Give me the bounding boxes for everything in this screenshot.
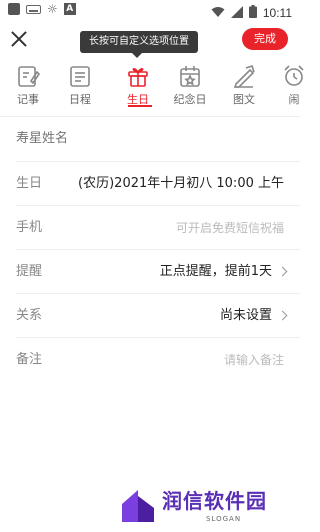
app-notification-icon [8,3,20,15]
tab-note[interactable]: 记事 [2,64,54,114]
alarm-icon [282,64,306,88]
relation-label: 关系 [16,308,43,323]
tab-image-text-label: 图文 [233,93,255,106]
phone-field[interactable]: 可开启免费短信祝福 [176,219,284,237]
active-tab-indicator [128,105,152,107]
image-text-icon [232,64,256,88]
birthday-row[interactable]: 生日 (农历)2021年十月初八 10:00 上午 [0,162,300,206]
tab-anniversary-label: 纪念日 [173,93,207,106]
anniversary-icon [178,64,202,88]
note-icon [16,64,41,88]
tab-schedule-label: 日程 [69,93,91,106]
tab-anniversary[interactable]: 纪念日 [164,64,216,114]
note-label: 备注 [16,352,43,367]
note-field[interactable]: 请输入备注 [224,351,284,369]
tab-schedule[interactable]: 日程 [54,64,106,114]
wifi-icon [211,3,225,22]
tab-note-label: 记事 [17,93,39,106]
birthday-label: 生日 [16,176,43,191]
phone-row[interactable]: 手机 可开启免费短信祝福 [0,206,300,250]
relation-value[interactable]: 尚未设置 [220,307,272,325]
brand-slogan: SLOGAN [206,515,242,523]
reorder-tooltip: 长按可自定义选项位置 [80,31,198,58]
done-button[interactable]: 完成 [242,28,288,50]
brand-name: 润信软件园 [162,489,267,513]
chevron-right-icon [277,266,288,277]
signal-icon [230,3,243,22]
close-icon[interactable] [8,28,30,50]
tab-alarm[interactable]: 闹 [268,64,320,114]
brand-logo-icon [118,486,158,526]
watermark: 润信软件园 SLOGAN [118,486,288,526]
schedule-icon [68,64,92,88]
birthday-value[interactable]: (农历)2021年十月初八 10:00 上午 [78,175,284,193]
battery-icon [248,3,257,22]
status-bar: ☼ A 10:11 [0,0,300,22]
status-time: 10:11 [262,5,292,20]
status-right-icons: 10:11 [211,3,292,22]
phone-label: 手机 [16,220,43,235]
reminder-value[interactable]: 正点提醒，提前1天 [160,263,272,281]
reminder-label: 提醒 [16,264,43,279]
text-notification-icon: A [63,3,76,15]
keyboard-icon [26,4,41,14]
status-left-icons: ☼ A [8,3,76,15]
tabs-divider [0,116,300,117]
reminder-row[interactable]: 提醒 正点提醒，提前1天 [0,250,300,294]
gift-icon [126,64,150,88]
name-row [0,118,300,162]
relation-row[interactable]: 关系 尚未设置 [0,294,300,338]
chevron-right-icon [277,310,288,321]
name-input[interactable] [16,131,286,146]
tab-image-text[interactable]: 图文 [218,64,270,114]
note-row[interactable]: 备注 请输入备注 [0,338,300,382]
brightness-icon: ☼ [47,2,58,16]
category-tabs: 记事 日程 生日 纪念日 图文 闹 [0,64,304,114]
tab-alarm-label: 闹 [288,93,300,106]
